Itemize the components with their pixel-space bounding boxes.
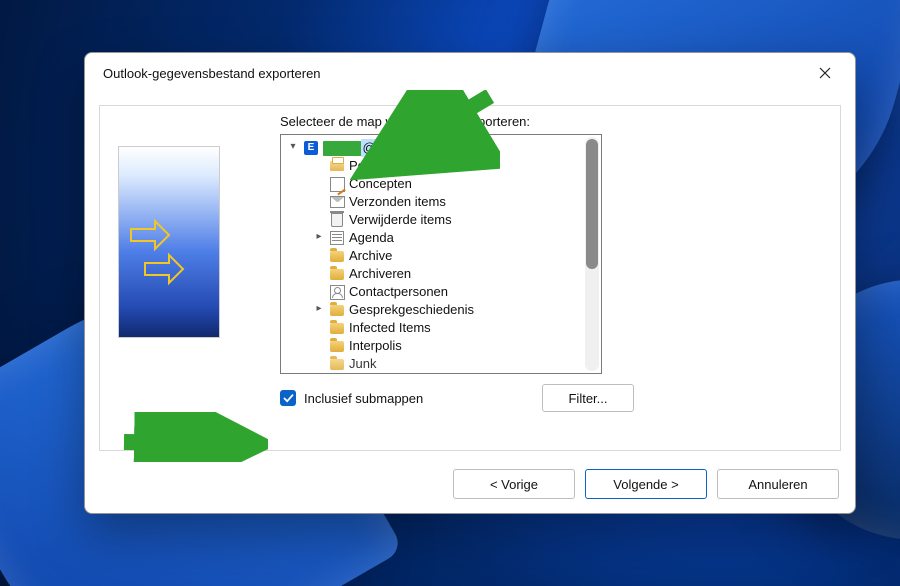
folder-icon [329,320,345,336]
folder-tree-viewport: ▾ E xxxxx@live.nl Postvak IN Concepten [281,135,583,373]
contacts-icon [329,284,345,300]
dialog-content-panel: Selecteer de map waaruit u wilt exporter… [99,105,841,451]
tree-scrollbar-thumb[interactable] [586,139,598,269]
tree-item-label: Archiveren [349,265,411,283]
tree-item-label: Postvak IN [349,157,412,175]
folder-icon [329,302,345,318]
trash-icon [329,212,345,228]
export-dialog: Outlook-gegevensbestand exporteren Selec… [84,52,856,514]
chevron-right-icon[interactable]: ▸ [313,229,325,247]
illustration-arrows-icon [125,205,213,295]
chevron-right-icon[interactable]: ▸ [313,301,325,319]
tree-item-archive[interactable]: Archive [287,247,583,265]
tree-scrollbar[interactable] [585,137,599,371]
outlook-account-icon: E [303,140,319,156]
tree-root-account[interactable]: ▾ E xxxxx@live.nl [287,139,583,157]
inbox-icon [329,158,345,174]
sent-icon [329,194,345,210]
next-button[interactable]: Volgende > [585,469,707,499]
tree-item-agenda[interactable]: ▸ Agenda [287,229,583,247]
tree-item-postvak-in[interactable]: Postvak IN [287,157,583,175]
folder-tree[interactable]: ▾ E xxxxx@live.nl Postvak IN Concepten [280,134,602,374]
close-button[interactable] [805,59,845,87]
tree-item-verzonden[interactable]: Verzonden items [287,193,583,211]
folder-icon [329,266,345,282]
tree-item-archiveren[interactable]: Archiveren [287,265,583,283]
tree-item-label: Agenda [349,229,394,247]
tree-item-junk[interactable]: Junk [287,355,583,373]
include-subfolders-checkbox[interactable]: Inclusief submappen [280,390,423,406]
drafts-icon [329,176,345,192]
include-subfolders-label: Inclusief submappen [304,391,423,406]
tree-item-label: Junk [349,355,376,373]
tree-root-label: xxxxx@live.nl [323,141,416,156]
tree-item-label: Verzonden items [349,193,446,211]
wizard-buttons: < Vorige Volgende > Annuleren [453,469,839,499]
chevron-down-icon[interactable]: ▾ [287,139,299,157]
select-folder-label: Selecteer de map waaruit u wilt exporter… [280,114,530,129]
filter-button[interactable]: Filter... [542,384,634,412]
titlebar: Outlook-gegevensbestand exporteren [85,53,855,93]
close-icon [819,67,831,79]
cancel-button[interactable]: Annuleren [717,469,839,499]
tree-item-interpolis[interactable]: Interpolis [287,337,583,355]
back-button[interactable]: < Vorige [453,469,575,499]
checkbox-checked-icon [280,390,296,406]
tree-item-infected[interactable]: Infected Items [287,319,583,337]
tree-item-contacten[interactable]: Contactpersonen [287,283,583,301]
wizard-illustration [118,146,220,338]
tree-item-label: Verwijderde items [349,211,452,229]
folder-icon [329,338,345,354]
tree-item-label: Archive [349,247,392,265]
tree-item-label: Interpolis [349,337,402,355]
dialog-title: Outlook-gegevensbestand exporteren [103,66,321,81]
folder-icon [329,248,345,264]
calendar-icon [329,230,345,246]
tree-item-concepten[interactable]: Concepten [287,175,583,193]
tree-item-verwijderd[interactable]: Verwijderde items [287,211,583,229]
tree-item-label: Contactpersonen [349,283,448,301]
folder-icon [329,356,345,372]
tree-item-label: Concepten [349,175,412,193]
tree-item-label: Infected Items [349,319,431,337]
tree-item-label: Gesprekgeschiedenis [349,301,474,319]
tree-item-gesprekgeschiedenis[interactable]: ▸ Gesprekgeschiedenis [287,301,583,319]
